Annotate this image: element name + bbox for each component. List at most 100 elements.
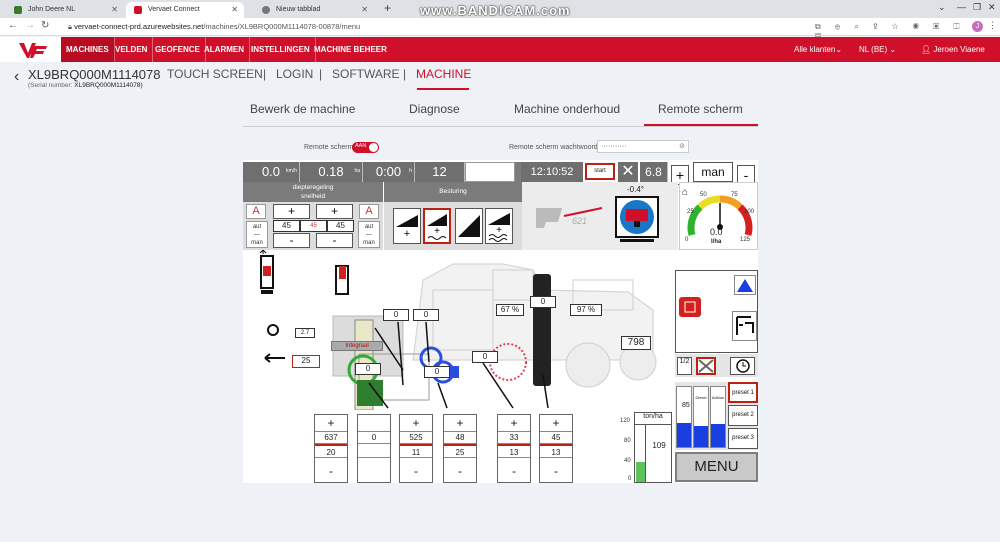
reload-icon[interactable]: ↻: [41, 20, 49, 31]
section-plus-button[interactable]: +: [540, 415, 572, 432]
section-column: +48 25-: [443, 414, 477, 483]
section-plus-button[interactable]: +: [315, 415, 347, 432]
gauge-tick: 0: [685, 237, 689, 243]
menu-instellingen[interactable]: INSTELLINGEN: [246, 37, 316, 62]
timer-button[interactable]: [730, 357, 755, 375]
depth-plus-left[interactable]: +: [273, 204, 310, 219]
section-plus-button[interactable]: +: [400, 415, 432, 432]
mode-button[interactable]: man: [693, 162, 733, 182]
time-unit: h: [409, 168, 412, 174]
depth-header: diepteregeling snelheid: [243, 182, 383, 202]
password-dots: ···········: [601, 143, 627, 150]
section-minus-button[interactable]: -: [444, 458, 476, 483]
steering-mode-1[interactable]: +: [393, 208, 421, 244]
depth-plus-right[interactable]: +: [316, 204, 353, 219]
url-field[interactable]: 🔒︎ vervaet-connect-prd.azurewebsites.net…: [58, 20, 808, 34]
close-tab-icon[interactable]: ✕: [231, 2, 238, 18]
tank-value: 109: [652, 441, 666, 450]
chrome-favicon: [262, 6, 270, 14]
language-select[interactable]: NL (BE) ⌄: [854, 37, 901, 62]
preset-2-button[interactable]: preset 2: [728, 405, 758, 426]
address-bar: ← → ↻ 🔒︎ vervaet-connect-prd.azurewebsit…: [0, 18, 1000, 41]
section-minus-button[interactable]: -: [315, 458, 347, 483]
tab-machine[interactable]: MACHINE: [416, 67, 471, 81]
close-icon[interactable]: ✕: [618, 162, 638, 182]
remote-password-label: Remote scherm wachtwoord: [509, 144, 598, 151]
remote-screen-toggle[interactable]: AAN: [352, 142, 379, 153]
forward-icon[interactable]: →: [25, 20, 35, 31]
start-button[interactable]: start: [585, 163, 615, 180]
section-minus-button[interactable]: -: [498, 458, 530, 483]
tab-login[interactable]: LOGIN: [276, 67, 313, 81]
remote-password-field[interactable]: ··········· ⊘: [597, 140, 689, 153]
chevron-down-icon: ⌄: [835, 45, 843, 54]
section-minus-button: [358, 458, 390, 483]
raise-button[interactable]: [734, 275, 756, 295]
tab-search-icon[interactable]: ⌄: [938, 2, 946, 13]
section-plus-button[interactable]: +: [444, 415, 476, 432]
back-icon[interactable]: ←: [8, 20, 18, 31]
section-top-value: 0: [358, 432, 390, 444]
arrow-up-icon: [737, 279, 753, 292]
tab-software[interactable]: SOFTWARE: [332, 67, 400, 81]
menu-machine-beheer[interactable]: MACHINE BEHEER: [309, 37, 392, 62]
depth-auto-right[interactable]: A: [359, 204, 379, 219]
menu-button[interactable]: MENU: [675, 452, 758, 482]
depth-minus-left[interactable]: -: [273, 233, 310, 248]
vervaet-logo[interactable]: [18, 41, 50, 59]
url-host: vervaet-connect-prd.azurewebsites.net: [74, 22, 204, 31]
tab-touch-screen[interactable]: TOUCH SCREEN: [167, 67, 263, 81]
steering-header: Besturing: [384, 182, 522, 202]
browser-tab-new[interactable]: Nieuw tabblad ✕: [254, 2, 374, 18]
close-tab-icon[interactable]: ✕: [361, 2, 368, 18]
cross-icon: [698, 359, 714, 373]
section-plus-button[interactable]: +: [498, 415, 530, 432]
steering-waves-icon: +: [488, 213, 510, 242]
subtab-diagnose[interactable]: Diagnose: [409, 102, 460, 116]
browser-tab-john-deere[interactable]: John Deere NL ✕: [6, 2, 124, 18]
subtab-onderhoud[interactable]: Machine onderhoud: [514, 102, 620, 116]
depth-mode-left[interactable]: aut — man: [246, 221, 268, 248]
preset-3-button[interactable]: preset 3: [728, 428, 758, 449]
minimize-icon[interactable]: —: [957, 2, 966, 12]
level-bars: Diesel Adblue: [675, 382, 727, 450]
close-window-icon[interactable]: ✕: [988, 2, 996, 13]
remote-screen[interactable]: 0.0 km/h 0.18 ha 0:00 h 12 12:10:52 start ✕…: [243, 160, 758, 483]
close-tab-icon[interactable]: ✕: [111, 2, 118, 18]
gauge-menu-icon[interactable]: ⌂: [682, 187, 688, 198]
subtab-bewerk[interactable]: Bewerk de machine: [250, 102, 355, 116]
url-path: /machines/XL9BRQ000M1114078-00878/menu: [203, 22, 361, 31]
menu-alarmen[interactable]: ALARMEN: [199, 37, 250, 62]
browser-tab-strip: John Deere NL ✕ Vervaet Connect ✕ Nieuw …: [0, 0, 1000, 18]
subtab-remote-scherm[interactable]: Remote scherm: [658, 102, 743, 116]
section-minus-button[interactable]: -: [540, 458, 572, 483]
steering-mode-3[interactable]: [455, 208, 483, 244]
new-tab-button[interactable]: +: [384, 1, 391, 15]
browser-menu-icon[interactable]: ⋮: [988, 20, 997, 31]
depth-auto-left[interactable]: A: [246, 204, 266, 219]
menu-machines[interactable]: MACHINES: [61, 37, 115, 62]
integraal-label[interactable]: Integraal: [331, 341, 383, 351]
profile-avatar[interactable]: J: [972, 21, 983, 32]
user-menu[interactable]: 👤︎ Jeroen Viaene: [916, 37, 990, 62]
user-icon: 👤︎: [921, 45, 934, 54]
half-width-button[interactable]: 1/2: [677, 357, 692, 375]
section-top-value: 45: [540, 432, 572, 444]
maximize-icon[interactable]: ❐: [973, 2, 981, 13]
browser-tab-vervaet[interactable]: Vervaet Connect ✕: [126, 2, 244, 18]
gauge-tick: 25: [687, 209, 694, 215]
section-minus-button[interactable]: -: [400, 458, 432, 483]
steering-mode-4[interactable]: +: [485, 208, 513, 244]
customer-select[interactable]: Alle klanten⌄: [789, 37, 847, 62]
menu-velden[interactable]: VELDEN: [110, 37, 154, 62]
depth-minus-right[interactable]: -: [316, 233, 353, 248]
hitch-button[interactable]: [732, 311, 757, 341]
depth-mode-right[interactable]: aut — man: [358, 221, 380, 248]
steering-mode-2[interactable]: +: [423, 208, 451, 244]
eye-off-icon[interactable]: ⊘: [679, 141, 685, 152]
preset-1-button[interactable]: preset 1: [728, 382, 758, 403]
back-arrow-icon[interactable]: ‹: [14, 68, 19, 86]
section-off-button[interactable]: [696, 357, 716, 375]
menu-geofence[interactable]: GEOFENCE: [150, 37, 206, 62]
emergency-stop-button[interactable]: [679, 297, 701, 317]
